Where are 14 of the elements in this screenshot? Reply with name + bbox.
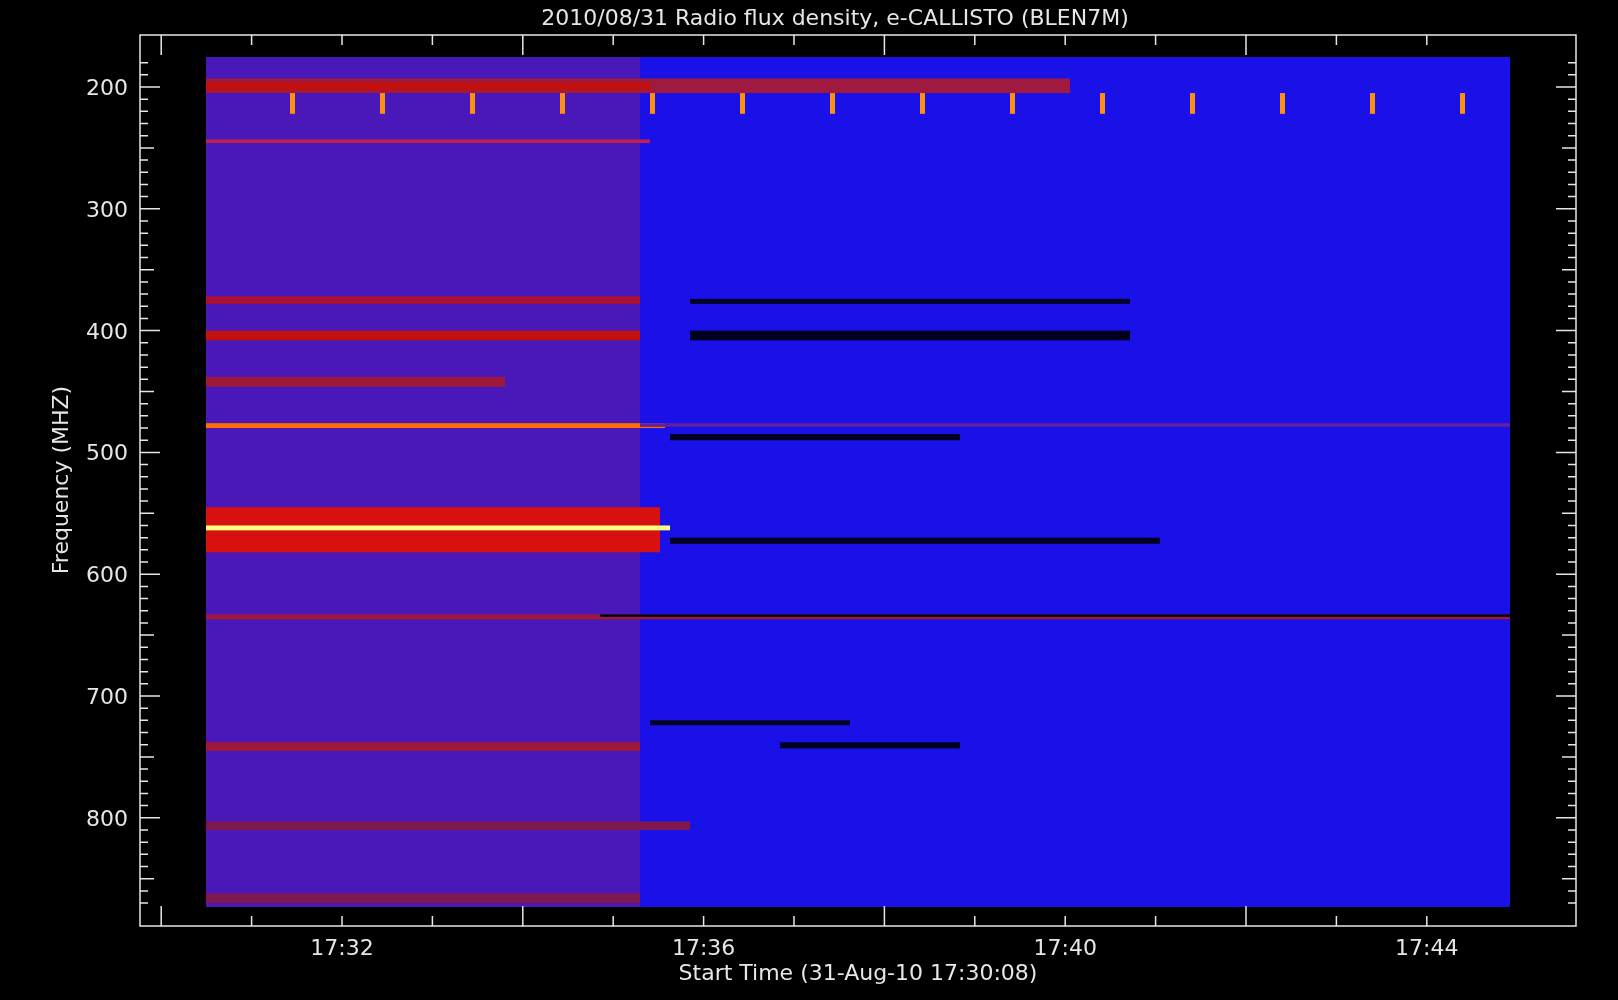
x-tick-label: 17:44	[1395, 935, 1459, 960]
y-tick-label: 400	[86, 318, 128, 344]
y-tick-label: 800	[86, 805, 128, 831]
y-axis-label: Frequency (MHZ)	[48, 385, 73, 575]
y-tick-label: 600	[86, 562, 128, 588]
y-tick-label: 200	[86, 75, 128, 100]
y-tick-label: 700	[86, 684, 128, 709]
x-tick-label: 17:40	[1033, 935, 1097, 960]
y-tick-label: 500	[86, 440, 128, 466]
x-tick-label: 17:36	[671, 935, 736, 960]
y-tick-label: 300	[86, 196, 128, 222]
x-axis-label: Start Time (31-Aug-10 17:30:08)	[678, 960, 1038, 985]
chart-title: 2010/08/31 Radio flux density, e-CALLISTO (BLEN7M)	[541, 5, 1129, 30]
x-tick-label: 17:32	[310, 935, 374, 960]
